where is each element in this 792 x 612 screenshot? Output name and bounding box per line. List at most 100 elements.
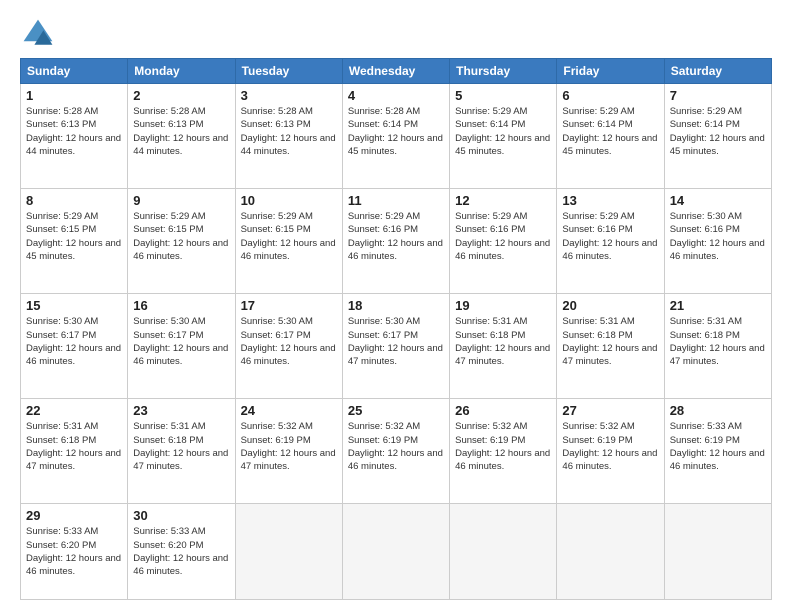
day-info: Sunrise: 5:32 AMSunset: 6:19 PMDaylight:… — [348, 420, 444, 473]
day-number: 26 — [455, 403, 551, 418]
day-number: 13 — [562, 193, 658, 208]
logo — [20, 16, 60, 52]
calendar-cell: 15 Sunrise: 5:30 AMSunset: 6:17 PMDayligh… — [21, 294, 128, 399]
day-info: Sunrise: 5:28 AMSunset: 6:14 PMDaylight:… — [348, 105, 444, 158]
calendar-cell: 29 Sunrise: 5:33 AMSunset: 6:20 PMDayligh… — [21, 504, 128, 600]
day-info: Sunrise: 5:29 AMSunset: 6:14 PMDaylight:… — [670, 105, 766, 158]
calendar-cell: 21 Sunrise: 5:31 AMSunset: 6:18 PMDayligh… — [664, 294, 771, 399]
day-number: 15 — [26, 298, 122, 313]
day-number: 30 — [133, 508, 229, 523]
calendar-cell: 27 Sunrise: 5:32 AMSunset: 6:19 PMDayligh… — [557, 399, 664, 504]
day-number: 24 — [241, 403, 337, 418]
day-number: 12 — [455, 193, 551, 208]
calendar-header-row: SundayMondayTuesdayWednesdayThursdayFrid… — [21, 59, 772, 84]
day-info: Sunrise: 5:29 AMSunset: 6:16 PMDaylight:… — [562, 210, 658, 263]
calendar-week-2: 8 Sunrise: 5:29 AMSunset: 6:15 PMDaylight… — [21, 189, 772, 294]
day-number: 27 — [562, 403, 658, 418]
day-number: 5 — [455, 88, 551, 103]
day-info: Sunrise: 5:31 AMSunset: 6:18 PMDaylight:… — [133, 420, 229, 473]
calendar-cell: 13 Sunrise: 5:29 AMSunset: 6:16 PMDayligh… — [557, 189, 664, 294]
calendar-cell — [557, 504, 664, 600]
day-number: 1 — [26, 88, 122, 103]
calendar-cell: 14 Sunrise: 5:30 AMSunset: 6:16 PMDayligh… — [664, 189, 771, 294]
day-number: 14 — [670, 193, 766, 208]
day-info: Sunrise: 5:33 AMSunset: 6:19 PMDaylight:… — [670, 420, 766, 473]
calendar-header-tuesday: Tuesday — [235, 59, 342, 84]
calendar-cell — [450, 504, 557, 600]
calendar-header-sunday: Sunday — [21, 59, 128, 84]
day-number: 6 — [562, 88, 658, 103]
day-number: 4 — [348, 88, 444, 103]
day-number: 22 — [26, 403, 122, 418]
calendar-week-1: 1 Sunrise: 5:28 AMSunset: 6:13 PMDaylight… — [21, 84, 772, 189]
day-info: Sunrise: 5:29 AMSunset: 6:14 PMDaylight:… — [562, 105, 658, 158]
calendar-cell: 12 Sunrise: 5:29 AMSunset: 6:16 PMDayligh… — [450, 189, 557, 294]
calendar-cell: 11 Sunrise: 5:29 AMSunset: 6:16 PMDayligh… — [342, 189, 449, 294]
day-info: Sunrise: 5:30 AMSunset: 6:17 PMDaylight:… — [26, 315, 122, 368]
day-number: 21 — [670, 298, 766, 313]
calendar-week-4: 22 Sunrise: 5:31 AMSunset: 6:18 PMDayligh… — [21, 399, 772, 504]
day-info: Sunrise: 5:29 AMSunset: 6:15 PMDaylight:… — [26, 210, 122, 263]
day-info: Sunrise: 5:30 AMSunset: 6:17 PMDaylight:… — [241, 315, 337, 368]
calendar-cell: 10Sunrise: 5:29 AMSunset: 6:15 PMDayligh… — [235, 189, 342, 294]
calendar-header-thursday: Thursday — [450, 59, 557, 84]
page: SundayMondayTuesdayWednesdayThursdayFrid… — [0, 0, 792, 612]
day-info: Sunrise: 5:30 AMSunset: 6:17 PMDaylight:… — [133, 315, 229, 368]
day-info: Sunrise: 5:29 AMSunset: 6:15 PMDaylight:… — [241, 210, 337, 263]
day-number: 8 — [26, 193, 122, 208]
calendar-cell: 7 Sunrise: 5:29 AMSunset: 6:14 PMDaylight… — [664, 84, 771, 189]
header — [20, 16, 772, 52]
calendar-table: SundayMondayTuesdayWednesdayThursdayFrid… — [20, 58, 772, 600]
day-number: 29 — [26, 508, 122, 523]
day-info: Sunrise: 5:29 AMSunset: 6:16 PMDaylight:… — [455, 210, 551, 263]
calendar-cell — [342, 504, 449, 600]
day-info: Sunrise: 5:29 AMSunset: 6:16 PMDaylight:… — [348, 210, 444, 263]
day-info: Sunrise: 5:31 AMSunset: 6:18 PMDaylight:… — [455, 315, 551, 368]
calendar-cell: 18 Sunrise: 5:30 AMSunset: 6:17 PMDayligh… — [342, 294, 449, 399]
day-info: Sunrise: 5:30 AMSunset: 6:16 PMDaylight:… — [670, 210, 766, 263]
day-number: 3 — [241, 88, 337, 103]
generalblue-logo-icon — [20, 16, 56, 52]
calendar-cell: 23Sunrise: 5:31 AMSunset: 6:18 PMDayligh… — [128, 399, 235, 504]
day-number: 19 — [455, 298, 551, 313]
day-info: Sunrise: 5:28 AMSunset: 6:13 PMDaylight:… — [133, 105, 229, 158]
day-number: 7 — [670, 88, 766, 103]
calendar-cell: 16Sunrise: 5:30 AMSunset: 6:17 PMDayligh… — [128, 294, 235, 399]
day-info: Sunrise: 5:29 AMSunset: 6:15 PMDaylight:… — [133, 210, 229, 263]
day-number: 9 — [133, 193, 229, 208]
calendar-cell — [235, 504, 342, 600]
day-info: Sunrise: 5:33 AMSunset: 6:20 PMDaylight:… — [26, 525, 122, 578]
calendar-cell: 22 Sunrise: 5:31 AMSunset: 6:18 PMDayligh… — [21, 399, 128, 504]
day-info: Sunrise: 5:28 AMSunset: 6:13 PMDaylight:… — [241, 105, 337, 158]
calendar-header-friday: Friday — [557, 59, 664, 84]
calendar-cell: 4 Sunrise: 5:28 AMSunset: 6:14 PMDaylight… — [342, 84, 449, 189]
calendar-cell: 17 Sunrise: 5:30 AMSunset: 6:17 PMDayligh… — [235, 294, 342, 399]
day-info: Sunrise: 5:29 AMSunset: 6:14 PMDaylight:… — [455, 105, 551, 158]
day-number: 18 — [348, 298, 444, 313]
calendar-cell: 30 Sunrise: 5:33 AMSunset: 6:20 PMDayligh… — [128, 504, 235, 600]
calendar-cell: 5 Sunrise: 5:29 AMSunset: 6:14 PMDaylight… — [450, 84, 557, 189]
calendar-cell: 8 Sunrise: 5:29 AMSunset: 6:15 PMDaylight… — [21, 189, 128, 294]
day-info: Sunrise: 5:32 AMSunset: 6:19 PMDaylight:… — [562, 420, 658, 473]
calendar-header-saturday: Saturday — [664, 59, 771, 84]
calendar-cell: 9 Sunrise: 5:29 AMSunset: 6:15 PMDaylight… — [128, 189, 235, 294]
calendar-cell: 28Sunrise: 5:33 AMSunset: 6:19 PMDayligh… — [664, 399, 771, 504]
day-info: Sunrise: 5:30 AMSunset: 6:17 PMDaylight:… — [348, 315, 444, 368]
calendar-week-5: 29 Sunrise: 5:33 AMSunset: 6:20 PMDayligh… — [21, 504, 772, 600]
calendar-cell: 24 Sunrise: 5:32 AMSunset: 6:19 PMDayligh… — [235, 399, 342, 504]
calendar-cell: 19 Sunrise: 5:31 AMSunset: 6:18 PMDayligh… — [450, 294, 557, 399]
day-info: Sunrise: 5:31 AMSunset: 6:18 PMDaylight:… — [670, 315, 766, 368]
calendar-cell: 3 Sunrise: 5:28 AMSunset: 6:13 PMDaylight… — [235, 84, 342, 189]
day-number: 17 — [241, 298, 337, 313]
day-info: Sunrise: 5:32 AMSunset: 6:19 PMDaylight:… — [241, 420, 337, 473]
day-info: Sunrise: 5:31 AMSunset: 6:18 PMDaylight:… — [562, 315, 658, 368]
day-info: Sunrise: 5:28 AMSunset: 6:13 PMDaylight:… — [26, 105, 122, 158]
day-info: Sunrise: 5:33 AMSunset: 6:20 PMDaylight:… — [133, 525, 229, 578]
day-number: 11 — [348, 193, 444, 208]
calendar-cell: 26 Sunrise: 5:32 AMSunset: 6:19 PMDayligh… — [450, 399, 557, 504]
day-info: Sunrise: 5:32 AMSunset: 6:19 PMDaylight:… — [455, 420, 551, 473]
calendar-cell: 6 Sunrise: 5:29 AMSunset: 6:14 PMDaylight… — [557, 84, 664, 189]
day-info: Sunrise: 5:31 AMSunset: 6:18 PMDaylight:… — [26, 420, 122, 473]
calendar-cell: 25Sunrise: 5:32 AMSunset: 6:19 PMDayligh… — [342, 399, 449, 504]
calendar-week-3: 15 Sunrise: 5:30 AMSunset: 6:17 PMDayligh… — [21, 294, 772, 399]
